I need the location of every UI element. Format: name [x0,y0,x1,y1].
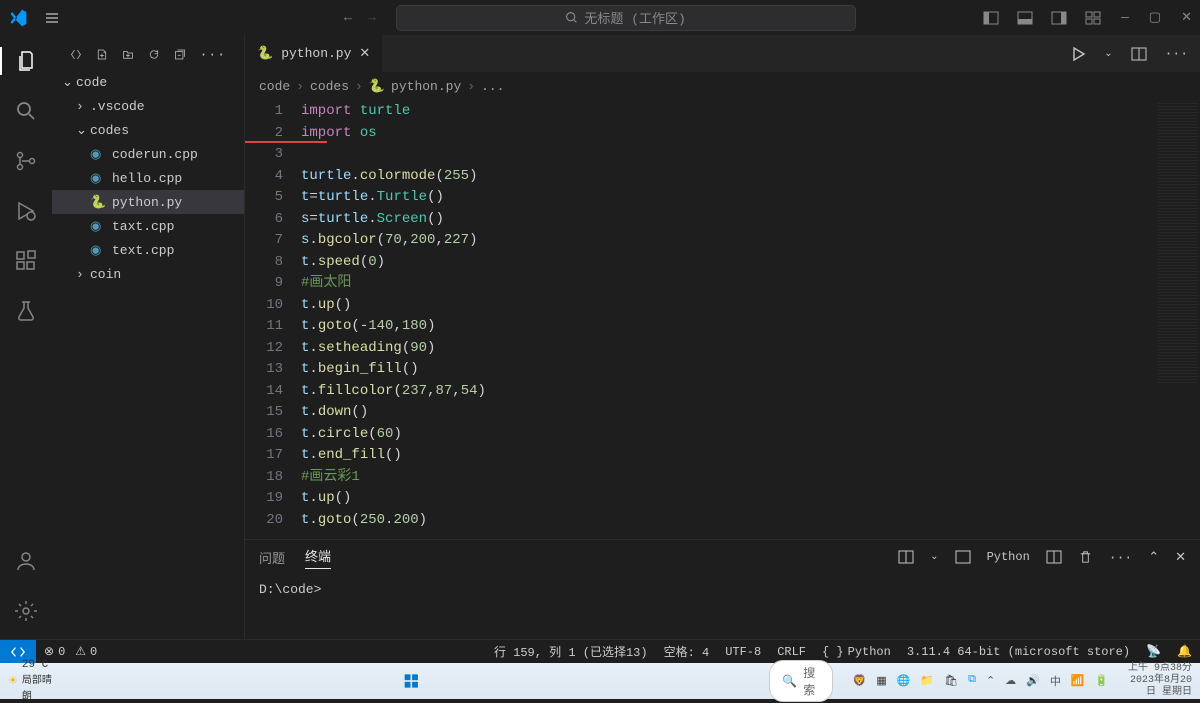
accounts-icon[interactable] [12,547,40,575]
tray-chevron-icon[interactable]: ⌃ [986,674,995,688]
minimize-icon[interactable]: ― [1121,10,1129,25]
explorer-icon[interactable] [0,47,52,75]
tree-file[interactable]: ◉taxt.cpp [52,214,244,238]
status-bell-icon[interactable]: 🔔 [1169,643,1200,660]
terminal-split-icon[interactable] [898,549,914,565]
vscode-logo-icon [8,8,28,28]
status-spaces[interactable]: 空格: 4 [656,643,718,660]
status-interpreter[interactable]: 3.11.4 64-bit (microsoft store) [899,643,1138,660]
hamburger-menu-icon[interactable] [40,6,64,30]
taskbar-clock[interactable]: 上午 9点38分 2023年8月20日 星期日 [1126,663,1192,699]
maximize-panel-icon[interactable]: ⌃ [1148,550,1159,565]
tray-battery-icon[interactable]: 🔋 [1095,674,1109,688]
tray-volume-icon[interactable]: 🔊 [1026,674,1040,688]
terminal-split-view-icon[interactable] [1046,549,1062,565]
tab-python-py[interactable]: 🐍 python.py ✕ [245,35,383,72]
layout-panel-icon[interactable] [1017,10,1033,26]
search-placeholder: 无标题 (工作区) [584,8,685,27]
nav-back-icon[interactable]: ← [344,10,352,25]
panel-tab-problems[interactable]: 问题 [259,548,285,567]
tree-folder-coin[interactable]: ›coin [52,262,244,286]
terminal-dropdown-icon[interactable]: ⌄ [930,551,938,563]
tree-file[interactable]: ◉text.cpp [52,238,244,262]
tab-label: python.py [281,46,351,61]
status-errors[interactable]: ⊗0⚠0 [36,644,105,659]
compare-icon[interactable] [70,47,82,62]
split-editor-icon[interactable] [1131,46,1147,62]
more-icon[interactable]: ··· [1109,550,1132,565]
run-file-icon[interactable] [1070,46,1086,62]
tree-file[interactable]: ◉hello.cpp [52,166,244,190]
status-encoding[interactable]: UTF-8 [717,643,769,660]
explorer-toolbar: ··· [52,41,244,68]
extensions-icon[interactable] [12,247,40,275]
tree-file[interactable]: ◉coderun.cpp [52,142,244,166]
panel-tab-terminal[interactable]: 终端 [305,546,331,569]
bottom-panel: 问题 终端 ⌄ Python ··· ⌃ ✕ D:\code> [245,539,1200,639]
python-file-icon: 🐍 [257,46,273,61]
run-debug-icon[interactable] [12,197,40,225]
windows-start-icon[interactable] [403,671,420,691]
tree-folder-codes[interactable]: ⌄codes [52,118,244,142]
terminal-shell-label[interactable]: Python [987,550,1030,564]
nav-forward-icon[interactable]: → [368,10,376,25]
layout-sidebar-right-icon[interactable] [1051,10,1067,26]
trash-icon[interactable] [1078,550,1093,565]
statusbar: ⊗0⚠0 行 159, 列 1 (已选择13) 空格: 4 UTF-8 CRLF… [0,639,1200,663]
tray-wifi-icon[interactable]: 📶 [1071,674,1085,688]
editor-tabs: 🐍 python.py ✕ ⌄ ··· [245,35,1200,73]
code-editor[interactable]: 1234567891011121314151617181920 import t… [245,99,1200,539]
maximize-icon[interactable]: ▢ [1149,10,1161,25]
tree-folder-root[interactable]: ⌄code [52,70,244,94]
new-file-icon[interactable] [96,47,108,62]
run-dropdown-icon[interactable]: ⌄ [1104,48,1112,60]
tree-folder-vscode[interactable]: ›.vscode [52,94,244,118]
taskbar-explorer-icon[interactable]: 📁 [920,674,934,688]
source-control-icon[interactable] [12,147,40,175]
windows-taskbar: ☀ 29°C局部晴朗 🔍搜索 🦁 ▦ 🌐 📁 🛍 ⧉ ⌃ ☁ 🔊 中 📶 🔋 上… [0,663,1200,699]
line-gutter: 1234567891011121314151617181920 [245,99,301,539]
taskbar-app-icon[interactable]: 🦁 [853,674,867,688]
settings-gear-icon[interactable] [12,597,40,625]
terminal-output[interactable]: D:\code> [245,574,1200,605]
taskbar-app-icon[interactable]: ▦ [876,674,886,688]
minimap[interactable] [1158,103,1198,383]
collapse-all-icon[interactable] [174,47,186,62]
taskbar-vscode-icon[interactable]: ⧉ [968,674,976,688]
file-tree: ⌄code ›.vscode ⌄codes ◉coderun.cpp ◉hell… [52,68,244,286]
breadcrumbs[interactable]: code› codes› 🐍 python.py› ... [245,73,1200,99]
status-lang[interactable]: { }Python [814,643,899,660]
editor-area: 🐍 python.py ✕ ⌄ ··· code› codes› 🐍 pytho… [244,35,1200,639]
explorer-sidebar: ··· ⌄code ›.vscode ⌄codes ◉coderun.cpp ◉… [52,35,244,639]
testing-icon[interactable] [12,297,40,325]
code-content[interactable]: import turtleimport os turtle.colormode(… [301,99,1200,539]
layout-sidebar-left-icon[interactable] [983,10,999,26]
layout-customize-icon[interactable] [1085,10,1101,26]
search-icon[interactable] [12,97,40,125]
python-file-icon: 🐍 [369,79,385,94]
new-folder-icon[interactable] [122,47,134,62]
close-panel-icon[interactable]: ✕ [1175,550,1186,565]
taskbar-store-icon[interactable]: 🛍 [944,674,958,688]
tray-onedrive-icon[interactable]: ☁ [1005,674,1016,688]
tray-ime-icon[interactable]: 中 [1050,673,1061,689]
activity-bar [0,35,52,639]
status-feedback-icon[interactable]: 📡 [1138,643,1169,660]
taskbar-edge-icon[interactable]: 🌐 [897,674,911,688]
more-actions-icon[interactable]: ··· [1165,46,1188,61]
command-search-input[interactable]: 无标题 (工作区) [396,5,856,31]
status-eol[interactable]: CRLF [769,643,814,660]
titlebar: ← → 无标题 (工作区) ― ▢ ✕ [0,0,1200,35]
taskbar-search[interactable]: 🔍搜索 [769,660,832,702]
status-cursor[interactable]: 行 159, 列 1 (已选择13) [486,643,656,660]
more-icon[interactable]: ··· [200,47,226,62]
taskbar-weather[interactable]: ☀ 29°C局部晴朗 [8,659,53,703]
refresh-icon[interactable] [148,47,160,62]
close-icon[interactable]: ✕ [1181,10,1192,25]
tree-file-active[interactable]: 🐍python.py [52,190,244,214]
tab-close-icon[interactable]: ✕ [359,46,370,61]
terminal-layout-icon[interactable] [955,549,971,565]
